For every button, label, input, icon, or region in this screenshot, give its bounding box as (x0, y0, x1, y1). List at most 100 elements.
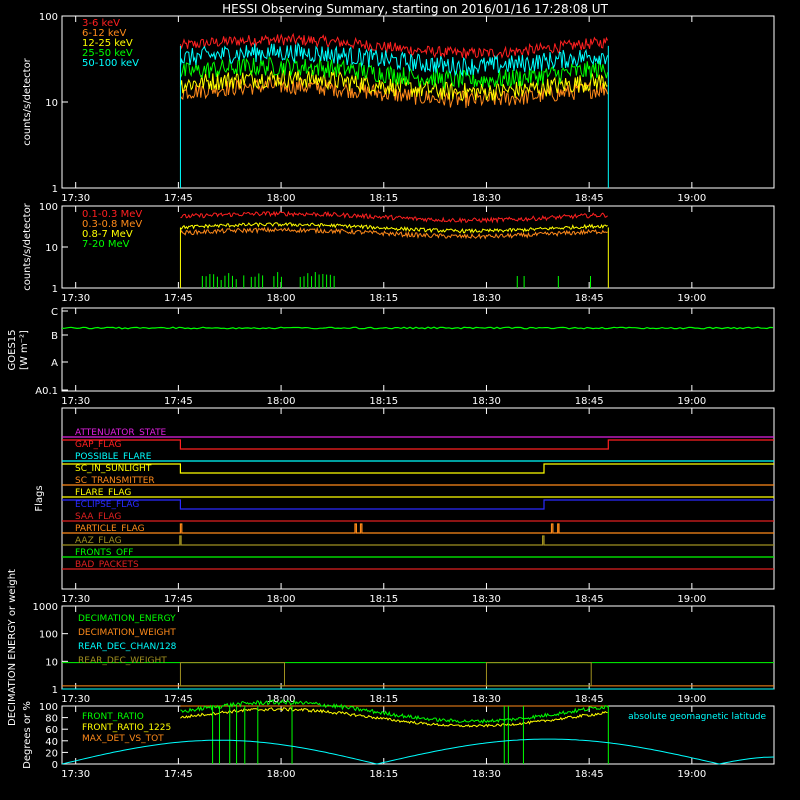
panel6-y-tick-label: 80 (45, 714, 58, 725)
panel4-flag-AAZ_FLAG (62, 535, 774, 546)
panel2-x-tick-label: 18:15 (369, 293, 398, 304)
panel2-x-tick-label: 17:45 (164, 293, 193, 304)
panel6-x-tick-label: 17:45 (164, 769, 193, 780)
chart-title: HESSI Observing Summary, starting on 201… (222, 2, 608, 16)
panel4-flag-label-SC_TRANSMITTER: SC_TRANSMITTER (75, 476, 155, 486)
panel3-x-tick-label: 19:00 (677, 396, 706, 407)
panel5-series-REAR_DEC_WEIGHT (179, 662, 285, 687)
panel4-flag-label-FLARE_FLAG: FLARE_FLAG (75, 488, 131, 498)
panel5-x-tick-label: 18:45 (575, 694, 604, 705)
panel3-x-tick-label: 17:30 (61, 396, 90, 407)
panel6-y-tick-label: 100 (39, 702, 58, 713)
panel6-x-tick-label: 17:30 (61, 769, 90, 780)
panel6-x-tick-label: 18:45 (575, 769, 604, 780)
panel1-legend-50-100 keV: 50-100 keV (82, 58, 139, 69)
panel4-flag-label-POSSIBLE_FLARE: POSSIBLE_FLARE (75, 452, 152, 462)
panel4-x-tick-label: 17:45 (164, 594, 193, 605)
panel4-frame (61, 407, 775, 590)
panel4-ylabel: Flags (34, 485, 45, 511)
panel4-flag-label-GAP_FLAG: GAP_FLAG (75, 440, 121, 450)
panel1-x-tick-label: 18:15 (369, 193, 398, 204)
panel5-y-tick-label: 100 (39, 630, 58, 641)
panel1-y-tick-label: 100 (39, 12, 58, 23)
panel2-x-tick-label: 18:45 (575, 293, 604, 304)
panel2-x-tick-label: 18:00 (267, 293, 296, 304)
panel2-legend-7-20 MeV: 7-20 MeV (82, 239, 130, 250)
panel5-legend-REAR_DEC_WEIGHT: REAR_DEC_WEIGHT (78, 656, 167, 666)
panel1-y-tick-label: 10 (45, 98, 58, 109)
panel1-x-tick-label: 17:45 (164, 193, 193, 204)
panel5-legend-DECIMATION_ENERGY: DECIMATION_ENERGY (78, 614, 176, 624)
panel2-x-tick-label: 19:00 (677, 293, 706, 304)
panel6-legend-latitude: absolute geomagnetic latitude (628, 712, 766, 722)
panel6-y-tick-label: 40 (45, 737, 58, 748)
panel3-x-tick-label: 18:45 (575, 396, 604, 407)
panel1-x-tick-label: 19:00 (677, 193, 706, 204)
panel3-ylabel: GOES15 (7, 329, 18, 370)
panel1-y-tick-label: 1 (52, 184, 58, 195)
panel2-x-tick-label: 18:30 (472, 293, 501, 304)
panel3-yunit: [W m⁻²] (19, 330, 30, 370)
panel1-x-tick-label: 18:30 (472, 193, 501, 204)
panel1-frame (61, 15, 775, 189)
panel4-flag-ECLIPSE_FLAG (62, 499, 774, 510)
panel6-legend-FRONT_RATIO: FRONT_RATIO (82, 712, 144, 722)
panel5-x-tick-label: 18:30 (472, 694, 501, 705)
panel2-x-tick-label: 17:30 (61, 293, 90, 304)
panel3-series-goes (61, 326, 774, 330)
panel5-x-tick-label: 17:45 (164, 694, 193, 705)
panel5-series-REAR_DEC_WEIGHT (485, 662, 592, 687)
panel6-y-tick-label: 60 (45, 725, 58, 736)
panel4-flag-label-AAZ_FLAG: AAZ_FLAG (75, 536, 122, 546)
panel3-frame (61, 307, 775, 392)
panel3-y-tick-label: A0.1 (35, 386, 58, 397)
panel4-x-tick-label: 19:00 (677, 594, 706, 605)
panel5-x-tick-label: 17:30 (61, 694, 90, 705)
panel3-x-tick-label: 17:45 (164, 396, 193, 407)
panel5-x-tick-label: 18:15 (369, 694, 398, 705)
panel5-y-tick-label: 1 (52, 685, 58, 696)
panel2-y-tick-label: 1 (52, 284, 58, 295)
panel1-ylabel: counts/s/detector (22, 57, 33, 145)
panel2-y-tick-label: 100 (39, 202, 58, 213)
panels-group: 17:30 17:45 18:00 18:15 18:30 18:45 19:0011010… (7, 12, 775, 780)
panel3-y-tick-label: A (51, 358, 58, 369)
panel6-legend-FRONT_RATIO_1225: FRONT_RATIO_1225 (82, 723, 171, 733)
panel3-x-tick-label: 18:00 (267, 396, 296, 407)
panel5-y-tick-label: 1000 (33, 602, 58, 613)
panel3-x-tick-label: 18:30 (472, 396, 501, 407)
panel5-x-tick-label: 18:00 (267, 694, 296, 705)
panel4-x-tick-label: 18:45 (575, 594, 604, 605)
panel6-x-tick-label: 18:15 (369, 769, 398, 780)
panel6-y-tick-label: 20 (45, 748, 58, 759)
panel6-x-tick-label: 18:00 (267, 769, 296, 780)
panel1-x-tick-label: 18:45 (575, 193, 604, 204)
panel4-flag-label-ATTENUATOR_STATE: ATTENUATOR_STATE (75, 428, 167, 438)
panel6-series-latitude (61, 738, 775, 765)
panel1-x-tick-label: 18:00 (267, 193, 296, 204)
panel2-y-tick-label: 10 (45, 243, 58, 254)
panel6-x-tick-label: 18:30 (472, 769, 501, 780)
panel4-flag-label-SAA_FLAG: SAA_FLAG (75, 512, 121, 522)
panel4-x-tick-label: 17:30 (61, 594, 90, 605)
panel2-series-0.3-0.8 MeV (179, 226, 608, 240)
panel5-y-tick-label: 10 (45, 657, 58, 668)
panel4-flag-label-ECLIPSE_FLAG: ECLIPSE_FLAG (75, 500, 139, 510)
panel4-flag-SC_IN_SUNLIGHT (62, 463, 774, 474)
panel4-x-tick-label: 18:30 (472, 594, 501, 605)
panel4-x-tick-label: 18:15 (369, 594, 398, 605)
panel2-series-0.8-7 MeV (180, 222, 608, 234)
panel1-x-tick-label: 17:30 (61, 193, 90, 204)
panel3-x-tick-label: 18:15 (369, 396, 398, 407)
panel4-flag-label-PARTICLE_FLAG: PARTICLE_FLAG (75, 524, 145, 534)
panel4-x-tick-label: 18:00 (267, 594, 296, 605)
panel6-x-tick-label: 19:00 (677, 769, 706, 780)
panel3-y-tick-label: B (51, 331, 58, 342)
panel5-legend-DECIMATION_WEIGHT: DECIMATION_WEIGHT (78, 628, 176, 638)
panel3-y-tick-label: C (51, 307, 58, 318)
panel4-flag-PARTICLE_FLAG (62, 523, 774, 534)
panel6-ylabel: Degrees or % (22, 701, 33, 769)
panel6-y-tick-label: 0 (52, 760, 58, 771)
panel6-legend-MAX_DET_VS_TOT: MAX_DET_VS_TOT (82, 734, 164, 744)
panel4-flag-label-FRONTS_OFF: FRONTS_OFF (75, 548, 133, 558)
